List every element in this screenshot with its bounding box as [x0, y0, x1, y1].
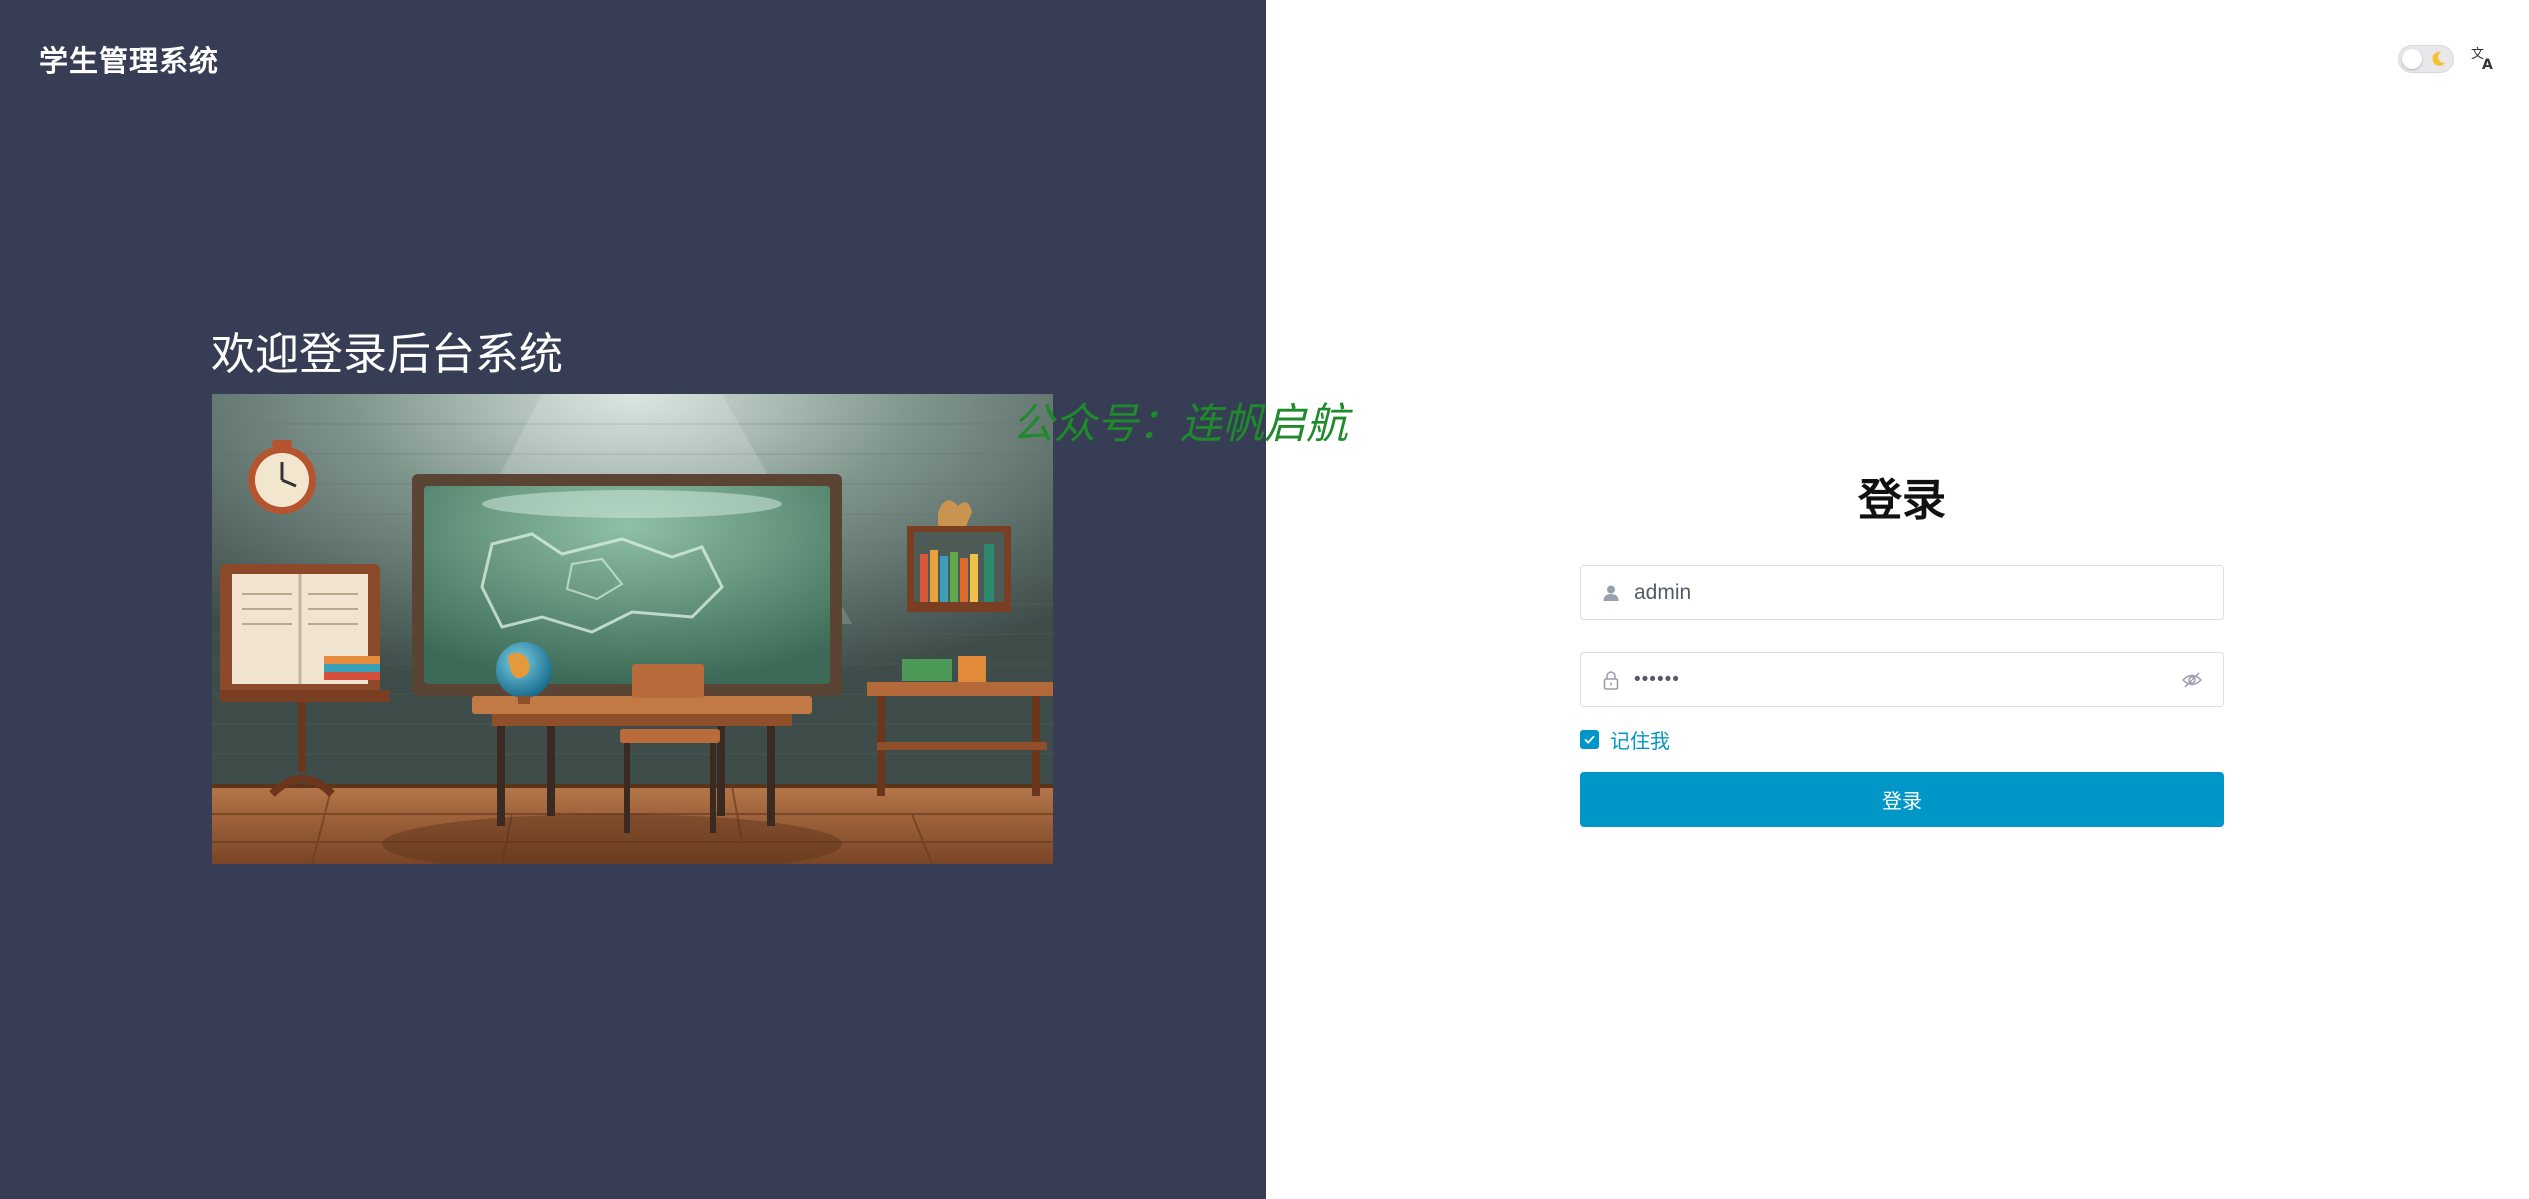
check-icon [1584, 735, 1595, 744]
password-value: •••••• [1634, 668, 1680, 690]
remember-me-checkbox[interactable]: 记住我 [1580, 728, 1670, 753]
user-icon [1603, 585, 1619, 601]
svg-text:A: A [2482, 57, 2493, 72]
checkbox-box[interactable] [1580, 729, 1599, 749]
toggle-knob [2402, 49, 2422, 69]
password-input[interactable]: •••••• [1580, 652, 2224, 707]
welcome-heading: 欢迎登录后台系统 [211, 330, 563, 379]
translate-icon[interactable]: 文 A [2470, 44, 2496, 72]
moon-icon [2432, 51, 2445, 66]
lock-icon [1603, 670, 1619, 690]
username-value: admin [1634, 580, 1692, 604]
classroom-illustration [212, 394, 1053, 864]
left-panel: 学生管理系统 欢迎登录后台系统 [0, 0, 1266, 1199]
remember-me-label[interactable]: 记住我 [1610, 725, 1670, 754]
login-heading: 登录 [1858, 476, 1946, 525]
eye-off-icon[interactable] [2181, 669, 2203, 691]
app-title: 学生管理系统 [39, 46, 220, 78]
login-button[interactable]: 登录 [1580, 772, 2224, 827]
username-input[interactable]: admin [1580, 565, 2224, 620]
theme-toggle-switch[interactable] [2398, 45, 2454, 73]
watermark-text: 公众号：连帆启航 [1012, 399, 1349, 448]
